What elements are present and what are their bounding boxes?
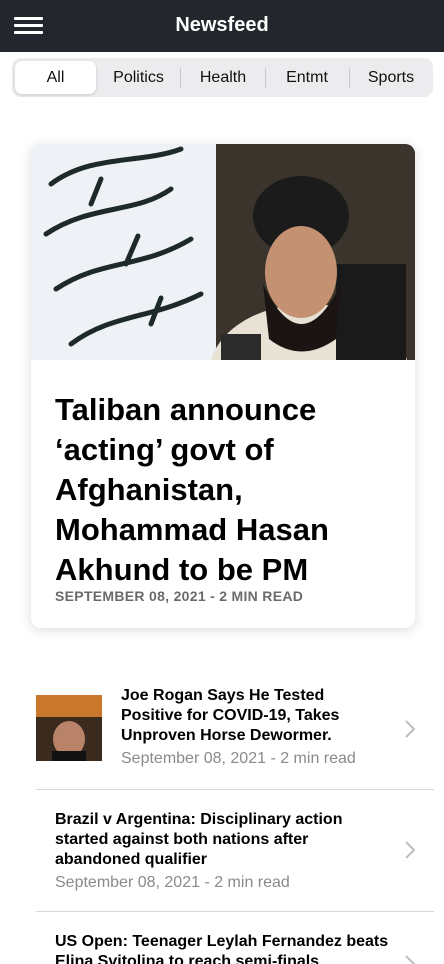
tab-divider xyxy=(180,68,181,88)
chevron-right-icon xyxy=(405,955,416,964)
divider xyxy=(36,789,434,790)
article-title: Brazil v Argentina: Disciplinary action … xyxy=(55,811,343,868)
article-row[interactable]: Brazil v Argentina: Disciplinary action … xyxy=(36,808,434,898)
article-row[interactable]: Joe Rogan Says He Tested Positive for CO… xyxy=(36,686,434,767)
article-row[interactable]: US Open: Teenager Leylah Fernandez beats… xyxy=(36,932,434,964)
page-title: Newsfeed xyxy=(175,14,269,36)
tab-sports[interactable]: Sports xyxy=(350,61,432,94)
featured-article-card[interactable]: Taliban announce ‘acting’ govt of Afghan… xyxy=(31,144,415,628)
featured-article-headline: Taliban announce ‘acting’ govt of Afghan… xyxy=(55,392,329,587)
top-bar: Newsfeed xyxy=(0,0,444,52)
article-thumbnail xyxy=(36,695,102,761)
chevron-right-icon xyxy=(405,841,416,859)
divider xyxy=(36,911,434,912)
tab-politics[interactable]: Politics xyxy=(98,61,179,94)
featured-article-image xyxy=(31,144,415,360)
tab-entmt[interactable]: Entmt xyxy=(266,61,348,94)
tab-all[interactable]: All xyxy=(15,61,96,94)
featured-article-meta: SEPTEMBER 08, 2021 - 2 MIN READ xyxy=(55,588,304,604)
article-title: Joe Rogan Says He Tested Positive for CO… xyxy=(121,687,340,744)
chevron-right-icon xyxy=(405,720,416,738)
category-segmented-control: All Politics Health Entmt Sports xyxy=(12,58,433,97)
article-title: US Open: Teenager Leylah Fernandez beats… xyxy=(55,933,389,964)
tab-health[interactable]: Health xyxy=(182,61,264,94)
article-meta: September 08, 2021 - 2 min read xyxy=(55,874,290,891)
article-meta: September 08, 2021 - 2 min read xyxy=(121,750,356,767)
